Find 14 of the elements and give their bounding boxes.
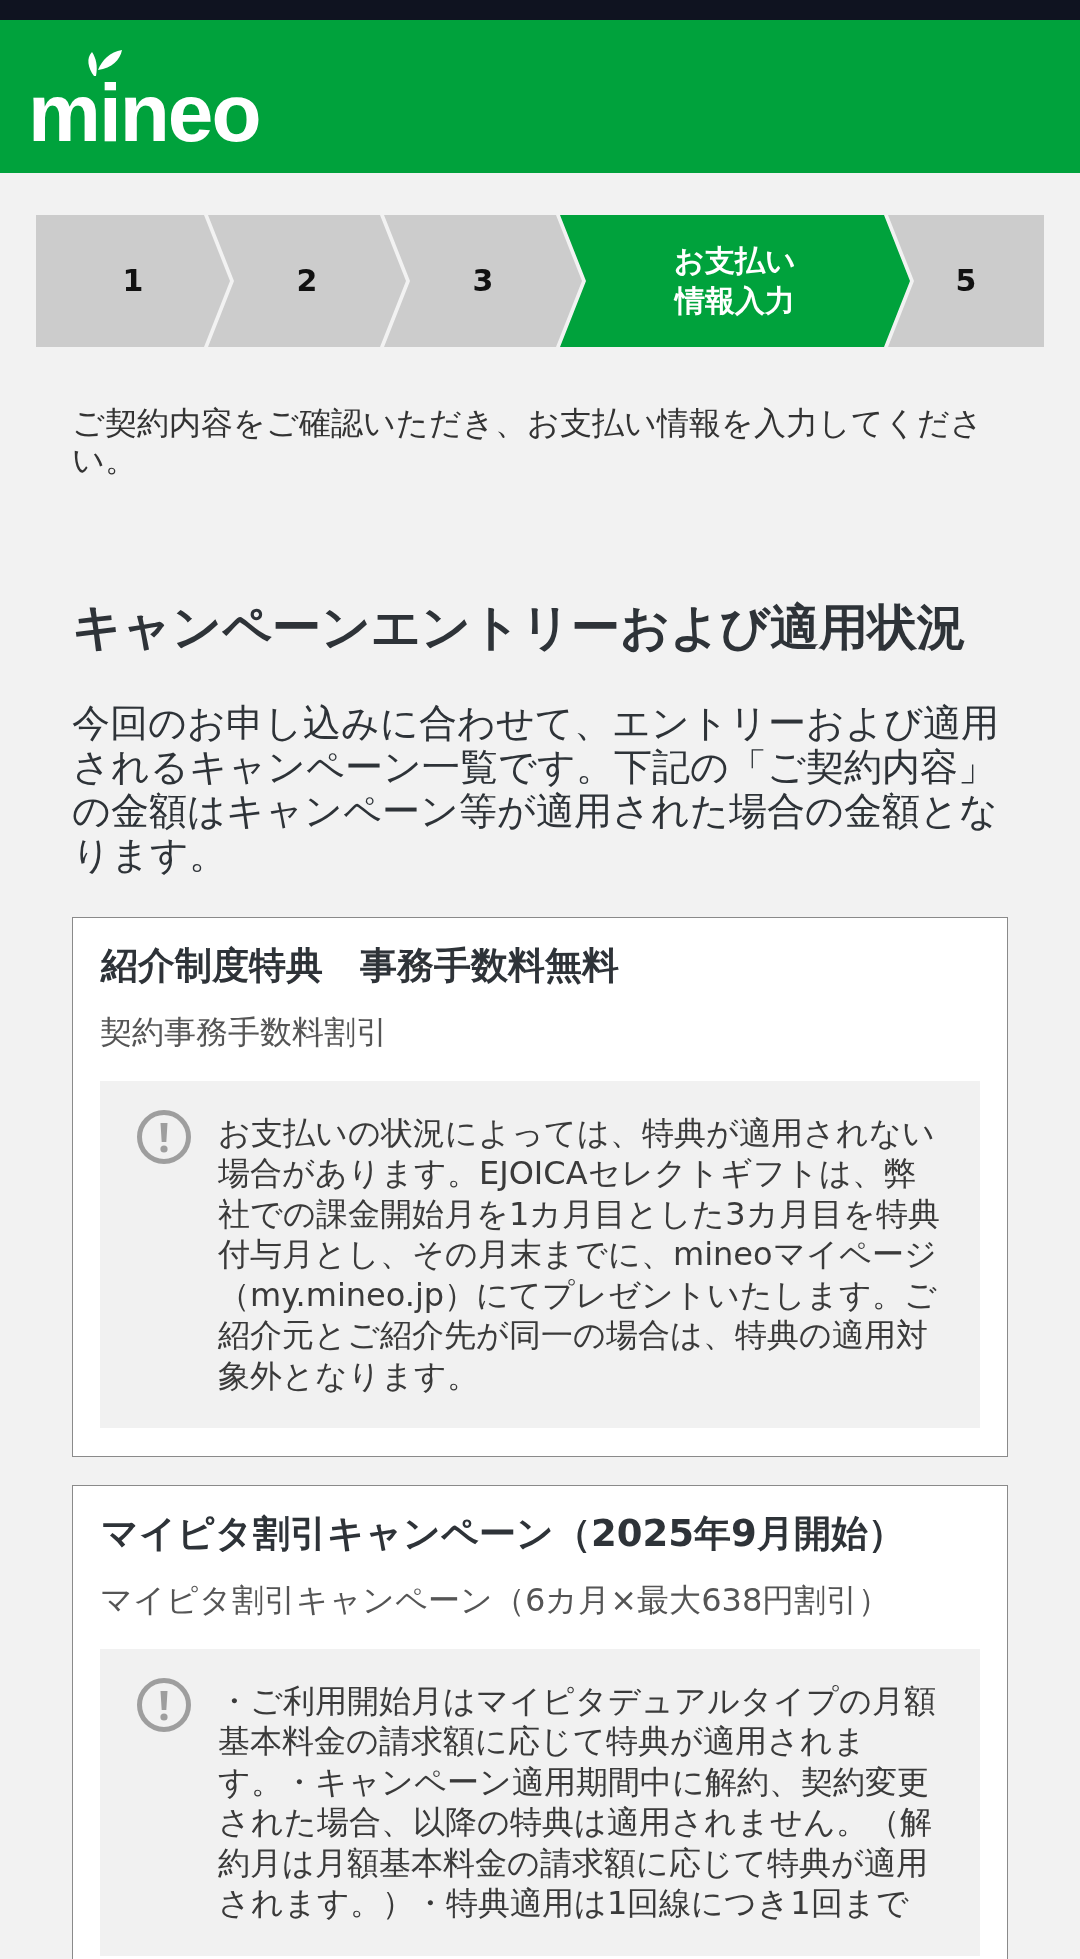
notice-text: お支払いの状況によっては、特典が適用されない場合があります。EJOICAセレクトギフトは、弊社での課金開始月を1カ月目とした3カ月目を特典付与月とし、その月末までに、mineoマイページ（my.mineo.jp）にてプレゼントいたします。ご紹介元とご紹介先が同一の場合は、特典の適用対象外となります。 (218, 1112, 940, 1397)
progress-step: 5 (888, 215, 1044, 347)
intro-text: ご契約内容をご確認いただき、お支払い情報を入力してください。 (72, 405, 984, 479)
notice-text: ・ご利用開始月はマイピタデュアルタイプの月額基本料金の請求額に応じて特典が適用されます。・キャンペーン適用期間中に解約、契約変更された場合、以降の特典は適用されません。（解約月は月額基本料金の請求額に応じて特典が適用されます。）・特典適用は1回線につき1回まで (218, 1680, 937, 1924)
logo[interactable]: mineo (28, 39, 260, 154)
exclamation-icon (136, 1676, 192, 1733)
progress-step: お支払い情報入力 (560, 215, 910, 347)
section-heading: キャンペーンエントリーおよび適用状況 (72, 598, 967, 658)
campaign-subtitle: 契約事務手数料割引 (100, 1011, 389, 1053)
exclamation-icon (136, 1108, 192, 1165)
section-description: 今回のお申し込みに合わせて、エントリーおよび適用されるキャンペーン一覧です。下記の「ご契約内容」の金額はキャンペーン等が適用された場合の金額となります。 (72, 701, 1000, 877)
campaign-subtitle: マイピタ割引キャンペーン（6カ月×最大638円割引） (100, 1579, 892, 1621)
campaign-title: 紹介制度特典 事務手数料無料 (100, 943, 620, 989)
campaign-title: マイピタ割引キャンペーン（2025年9月開始） (100, 1511, 906, 1558)
